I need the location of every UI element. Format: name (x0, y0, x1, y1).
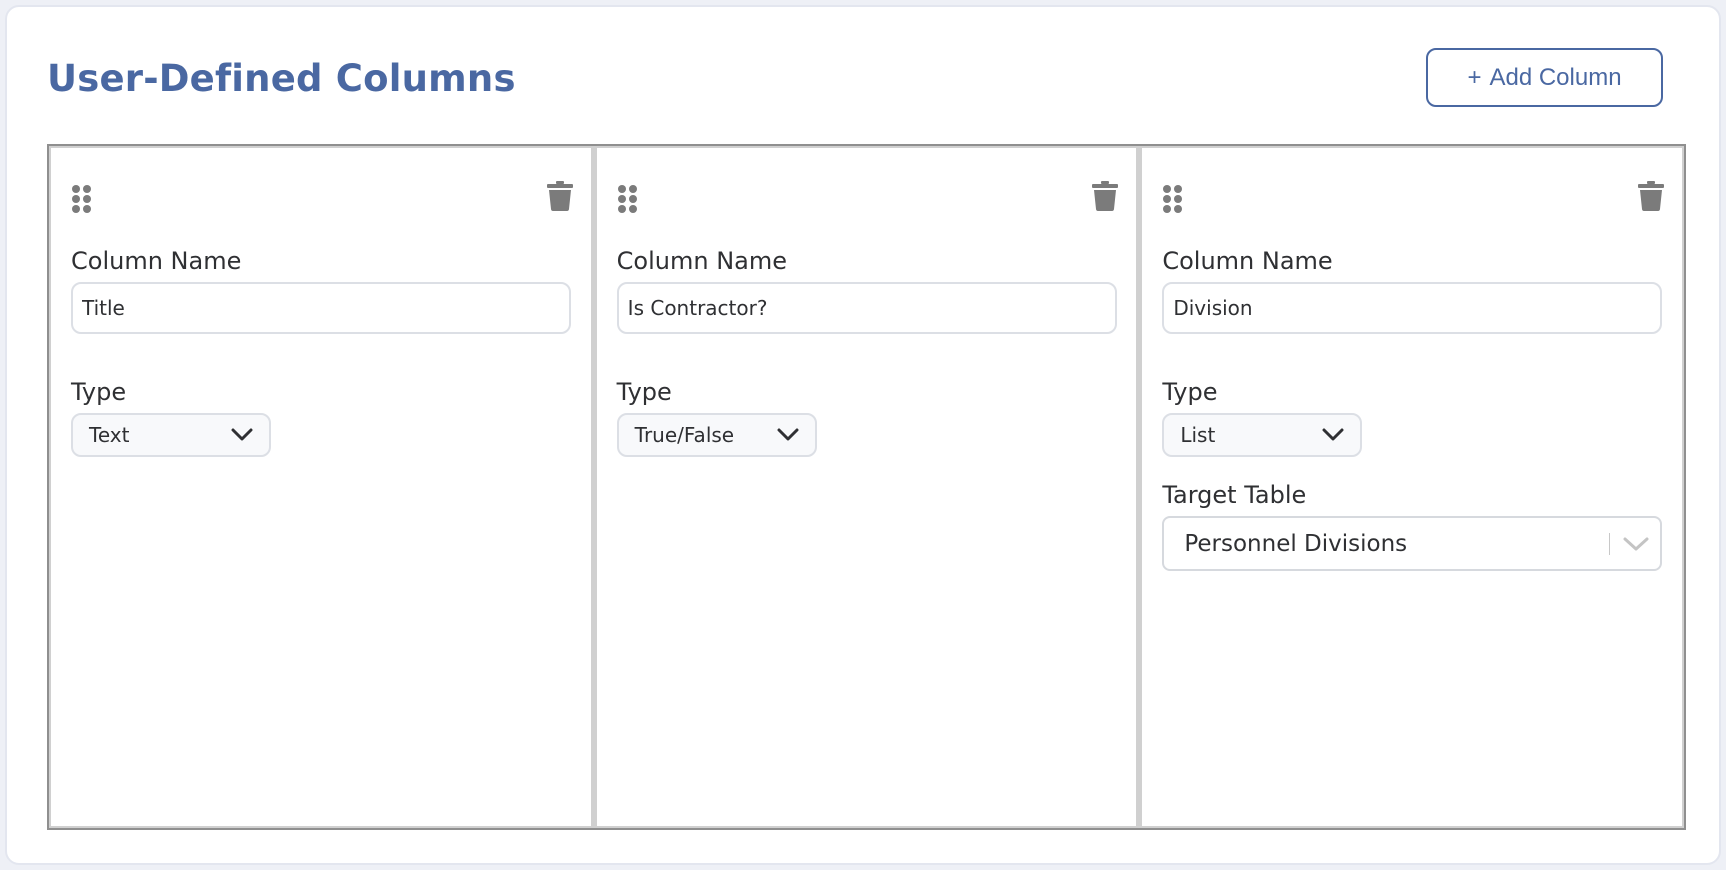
drag-handle-icon[interactable] (1162, 184, 1184, 214)
type-select[interactable]: Text (71, 413, 271, 457)
chevron-down-icon (1623, 537, 1649, 550)
drag-handle-icon[interactable] (617, 184, 639, 214)
target-table-label: Target Table (1162, 481, 1307, 509)
add-column-label: Add Column (1489, 63, 1622, 91)
type-label: Type (616, 378, 672, 406)
columns-container: Column Name Type Text Column Name Type (47, 144, 1686, 830)
chevron-down-icon (1322, 428, 1344, 441)
column-name-label: Column Name (616, 247, 788, 275)
type-label: Type (1162, 378, 1218, 406)
trash-icon[interactable] (1092, 181, 1119, 211)
user-defined-columns-card: User-Defined Columns + Add Column Column… (5, 5, 1721, 865)
add-column-button[interactable]: + Add Column (1426, 48, 1663, 107)
chevron-down-icon (231, 428, 253, 441)
column-name-label: Column Name (1162, 247, 1333, 275)
trash-icon[interactable] (1638, 181, 1665, 211)
column-card: Column Name Type List Target Table Perso… (1138, 146, 1685, 828)
type-select-value: Text (89, 423, 130, 447)
plus-icon: + (1467, 63, 1482, 91)
type-select-value: True/False (634, 423, 735, 447)
drag-handle-icon[interactable] (71, 184, 93, 214)
type-select-value: List (1180, 423, 1216, 447)
page-title: User-Defined Columns (47, 57, 516, 100)
target-table-value: Personnel Divisions (1184, 530, 1408, 557)
column-card: Column Name Type True/False (592, 146, 1139, 828)
column-card: Column Name Type Text (49, 146, 593, 828)
select-separator (1609, 532, 1611, 555)
column-name-label: Column Name (71, 247, 242, 275)
type-label: Type (71, 378, 127, 406)
type-select[interactable]: List (1162, 413, 1363, 457)
type-select[interactable]: True/False (616, 413, 817, 457)
column-name-input[interactable] (616, 282, 1117, 334)
trash-icon[interactable] (546, 181, 573, 211)
target-table-select[interactable]: Personnel Divisions (1162, 516, 1663, 571)
column-name-input[interactable] (71, 282, 571, 334)
column-name-input[interactable] (1162, 282, 1663, 334)
chevron-down-icon (777, 428, 799, 441)
